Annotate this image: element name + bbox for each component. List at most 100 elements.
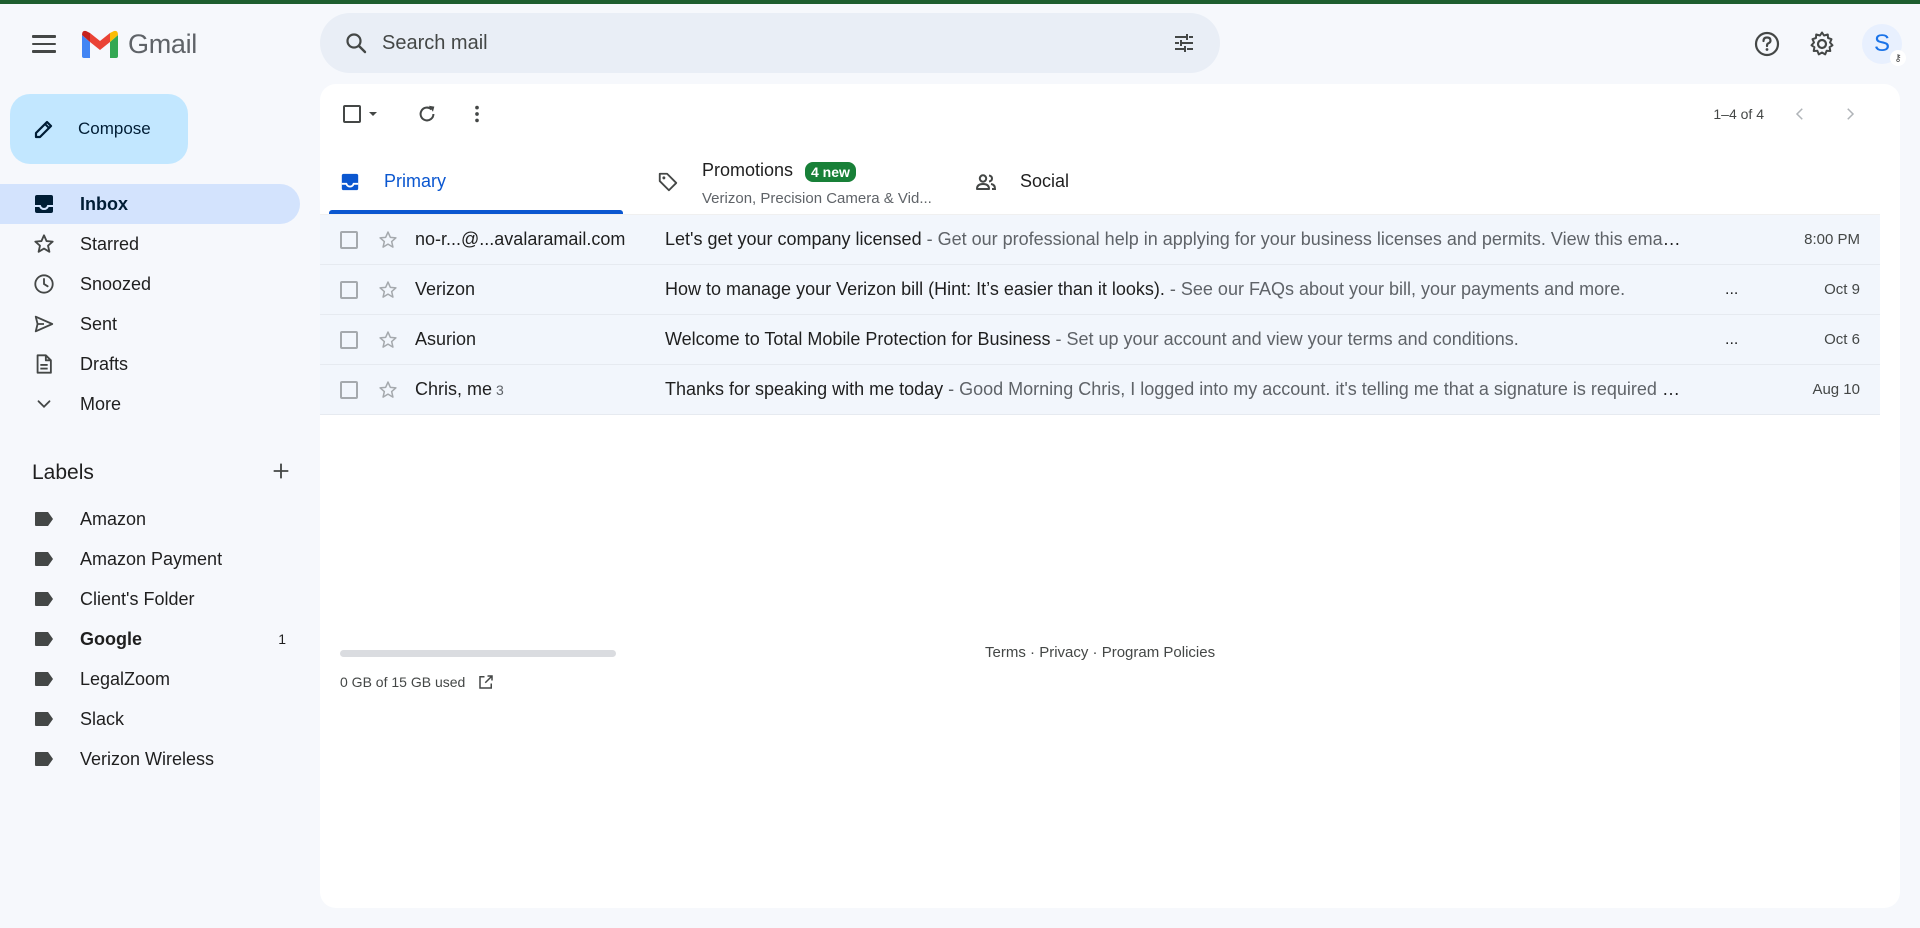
menu-icon: [32, 35, 56, 38]
sidebar-item-sent[interactable]: Sent: [0, 304, 300, 344]
tag-icon: [656, 170, 680, 194]
label-unread-count: 1: [278, 631, 286, 647]
search-options-icon[interactable]: [1164, 23, 1204, 63]
email-date: 8:00 PM: [1804, 231, 1860, 248]
open-in-new-icon[interactable]: [477, 673, 495, 691]
add-label-plus-icon[interactable]: [270, 460, 292, 487]
thread-count: 3: [496, 382, 504, 398]
sender-name: Chris, me: [415, 379, 493, 399]
label-item-amazon[interactable]: Amazon: [0, 499, 300, 539]
email-row[interactable]: Chris, me 3 Thanks for speaking with me t…: [320, 365, 1880, 415]
pagination-range: 1–4 of 4: [1713, 106, 1764, 122]
email-sender: Chris, me 3: [415, 379, 504, 400]
sender-name: Asurion: [415, 329, 477, 349]
sidebar-item-starred[interactable]: Starred: [0, 224, 300, 264]
tab-label: Primary: [384, 171, 446, 191]
refresh-icon[interactable]: [407, 94, 447, 134]
star-icon[interactable]: [378, 230, 398, 250]
email-snippet: - Good Morning Chris, I logged into my a…: [943, 379, 1683, 399]
category-tabs: Primary Promotions 4 new Verizon, Precis…: [320, 152, 1900, 214]
sender-name: no-r...@...avalaramail.com: [415, 229, 626, 249]
email-row[interactable]: no-r...@...avalaramail.com Let's get you…: [320, 215, 1880, 265]
send-icon: [32, 312, 56, 336]
top-accent-line: [0, 0, 1920, 4]
sidebar-item-inbox[interactable]: Inbox: [0, 184, 300, 224]
row-checkbox[interactable]: [340, 380, 358, 399]
star-icon[interactable]: [378, 380, 398, 400]
label-tag-icon: [35, 552, 53, 566]
caret-down-icon: [369, 112, 377, 116]
chevron-down-icon: [32, 392, 56, 416]
label-name: Verizon Wireless: [80, 748, 215, 769]
tab-social[interactable]: Social: [956, 152, 1256, 214]
new-count-badge: 4 new: [805, 162, 856, 182]
mail-toolbar: 1–4 of 4: [320, 84, 1900, 144]
program-policies-link[interactable]: Program Policies: [1102, 644, 1215, 661]
privacy-link[interactable]: Privacy: [1039, 644, 1088, 661]
label-item-legalzoom[interactable]: LegalZoom: [0, 659, 300, 699]
main-menu-button[interactable]: [24, 28, 64, 60]
avatar-initial: S: [1873, 30, 1890, 57]
label-item-google[interactable]: Google 1: [0, 619, 300, 659]
email-snippet: - Get our professional help in applying …: [921, 229, 1683, 249]
email-row[interactable]: Verizon How to manage your Verizon bill …: [320, 265, 1880, 315]
sidebar-item-snoozed[interactable]: Snoozed: [0, 264, 300, 304]
email-date: Aug 10: [1812, 381, 1860, 398]
more-options-icon[interactable]: [457, 94, 497, 134]
newer-chevron-left-icon[interactable]: [1780, 94, 1820, 134]
storage-text: 0 GB of 15 GB used: [340, 674, 466, 690]
sidebar-item-drafts[interactable]: Drafts: [0, 344, 300, 384]
label-name: Client's Folder: [80, 588, 195, 609]
gmail-logo[interactable]: Gmail: [80, 27, 197, 61]
email-sender: Verizon: [415, 279, 479, 300]
tab-primary[interactable]: Primary: [320, 152, 623, 214]
compose-label: Compose: [78, 119, 151, 138]
email-subject: How to manage your Verizon bill (Hint: I…: [665, 279, 1165, 299]
storage-usage: 0 GB of 15 GB used: [340, 650, 616, 691]
email-subject-snippet: Welcome to Total Mobile Protection for B…: [665, 329, 1683, 350]
sidebar-item-more[interactable]: More: [0, 384, 300, 424]
app-name: Gmail: [128, 28, 198, 59]
row-checkbox[interactable]: [340, 330, 358, 349]
draft-icon: [32, 352, 56, 376]
label-tag-icon: [35, 592, 53, 606]
terms-link[interactable]: Terms: [985, 644, 1026, 661]
label-tag-icon: [35, 712, 53, 726]
older-chevron-right-icon[interactable]: [1830, 94, 1870, 134]
email-subject: Let's get your company licensed: [665, 229, 922, 249]
label-item-verizon-wireless[interactable]: Verizon Wireless: [0, 739, 300, 779]
account-avatar[interactable]: S ⚷: [1862, 24, 1906, 66]
star-icon[interactable]: [378, 280, 398, 300]
sidebar-nav: Inbox Starred Snoozed Sent Drafts More: [0, 184, 300, 424]
label-tag-icon: [35, 672, 53, 686]
label-item-amazon-payment[interactable]: Amazon Payment: [0, 539, 300, 579]
compose-button[interactable]: Compose: [10, 94, 188, 164]
label-name: Amazon Payment: [80, 548, 223, 569]
sidebar-item-label: Snoozed: [80, 273, 152, 294]
email-list: no-r...@...avalaramail.com Let's get you…: [320, 214, 1880, 415]
search-icon[interactable]: [336, 23, 376, 63]
pencil-icon: [34, 120, 53, 139]
row-checkbox[interactable]: [340, 280, 358, 299]
star-icon: [32, 232, 56, 256]
email-row[interactable]: Asurion Welcome to Total Mobile Protecti…: [320, 315, 1880, 365]
label-item-clients-folder[interactable]: Client's Folder: [0, 579, 300, 619]
sidebar-item-label: Starred: [80, 233, 140, 254]
settings-gear-icon[interactable]: [1802, 24, 1842, 64]
tab-promotions[interactable]: Promotions 4 new Verizon, Precision Came…: [638, 152, 938, 214]
main-panel: 1–4 of 4 Primary Promotions 4 new Verizo…: [320, 84, 1900, 908]
row-checkbox[interactable]: [340, 230, 358, 249]
label-name: Amazon: [80, 508, 147, 529]
help-icon[interactable]: [1747, 24, 1787, 64]
label-tag-icon: [35, 752, 53, 766]
sidebar-item-label: Drafts: [80, 353, 129, 374]
search-input[interactable]: [382, 31, 1142, 55]
people-icon: [974, 170, 998, 194]
tab-subtitle: Verizon, Precision Camera & Vid...: [702, 190, 932, 207]
label-item-slack[interactable]: Slack: [0, 699, 300, 739]
footer-separator: ·: [1025, 644, 1040, 661]
sender-name: Verizon: [415, 279, 476, 299]
star-icon[interactable]: [378, 330, 398, 350]
snippet-ellipsis: ...: [1725, 280, 1739, 298]
select-all-checkbox[interactable]: [340, 94, 382, 134]
